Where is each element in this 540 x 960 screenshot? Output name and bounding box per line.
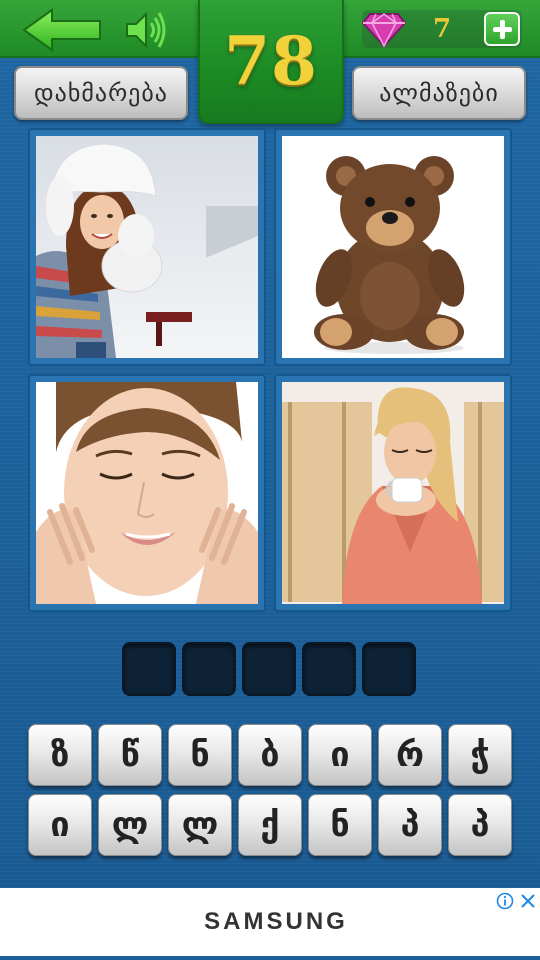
letter-key[interactable]: ქ <box>238 794 302 856</box>
sound-button[interactable] <box>124 8 168 52</box>
letter-key[interactable]: ნ <box>308 794 372 856</box>
skin-care-woman-image <box>36 382 258 604</box>
letter-key[interactable]: ზ <box>28 724 92 786</box>
letter-key[interactable]: ლ <box>168 794 232 856</box>
gem-count: 7 <box>432 14 452 44</box>
answer-slot-4[interactable] <box>302 642 356 696</box>
letter-keyboard: ზ წ ნ ბ ი რ ჭ ი ლ ლ ქ ნ პ პ <box>28 724 514 864</box>
letter-key[interactable]: რ <box>378 724 442 786</box>
picture-1[interactable] <box>28 128 266 366</box>
letter-key[interactable]: ნ <box>168 724 232 786</box>
letter-key[interactable]: წ <box>98 724 162 786</box>
answer-slot-1[interactable] <box>122 642 176 696</box>
add-gems-button[interactable] <box>484 12 520 46</box>
key-row-2: ი ლ ლ ქ ნ პ პ <box>28 794 514 856</box>
game-screen: 7 78 დახმარება ალმაზები ზ წ ნ ბ ი რ ჭ ი … <box>0 0 540 888</box>
ad-brand: SAMSUNG <box>204 908 348 935</box>
close-icon[interactable] <box>520 892 536 910</box>
arrow-left-icon <box>22 8 101 52</box>
teddy-bear-image <box>282 136 504 358</box>
letter-key[interactable]: ლ <box>98 794 162 856</box>
picture-3[interactable] <box>28 374 266 612</box>
letter-key[interactable]: ჭ <box>448 724 512 786</box>
letter-key[interactable]: ბ <box>238 724 302 786</box>
hint-button[interactable]: დახმარება <box>14 66 188 120</box>
level-indicator: 78 <box>198 0 344 124</box>
winter-woman-image <box>36 136 258 358</box>
key-row-1: ზ წ ნ ბ ი რ ჭ <box>28 724 514 786</box>
diamond-icon <box>362 13 406 48</box>
answer-slots <box>122 642 422 698</box>
letter-key[interactable]: პ <box>448 794 512 856</box>
gem-counter: 7 <box>362 10 522 48</box>
answer-slot-2[interactable] <box>182 642 236 696</box>
gems-button[interactable]: ალმაზები <box>352 66 526 120</box>
speaker-icon <box>126 11 166 49</box>
answer-slot-5[interactable] <box>362 642 416 696</box>
letter-key[interactable]: ი <box>308 724 372 786</box>
bathrobe-woman-image <box>282 382 504 604</box>
level-number: 78 <box>224 22 318 100</box>
answer-slot-3[interactable] <box>242 642 296 696</box>
info-icon[interactable] <box>496 892 514 910</box>
picture-4[interactable] <box>274 374 512 612</box>
picture-2[interactable] <box>274 128 512 366</box>
letter-key[interactable]: პ <box>378 794 442 856</box>
back-button[interactable] <box>22 8 102 52</box>
letter-key[interactable]: ი <box>28 794 92 856</box>
ad-banner[interactable]: SAMSUNG <box>0 888 540 960</box>
